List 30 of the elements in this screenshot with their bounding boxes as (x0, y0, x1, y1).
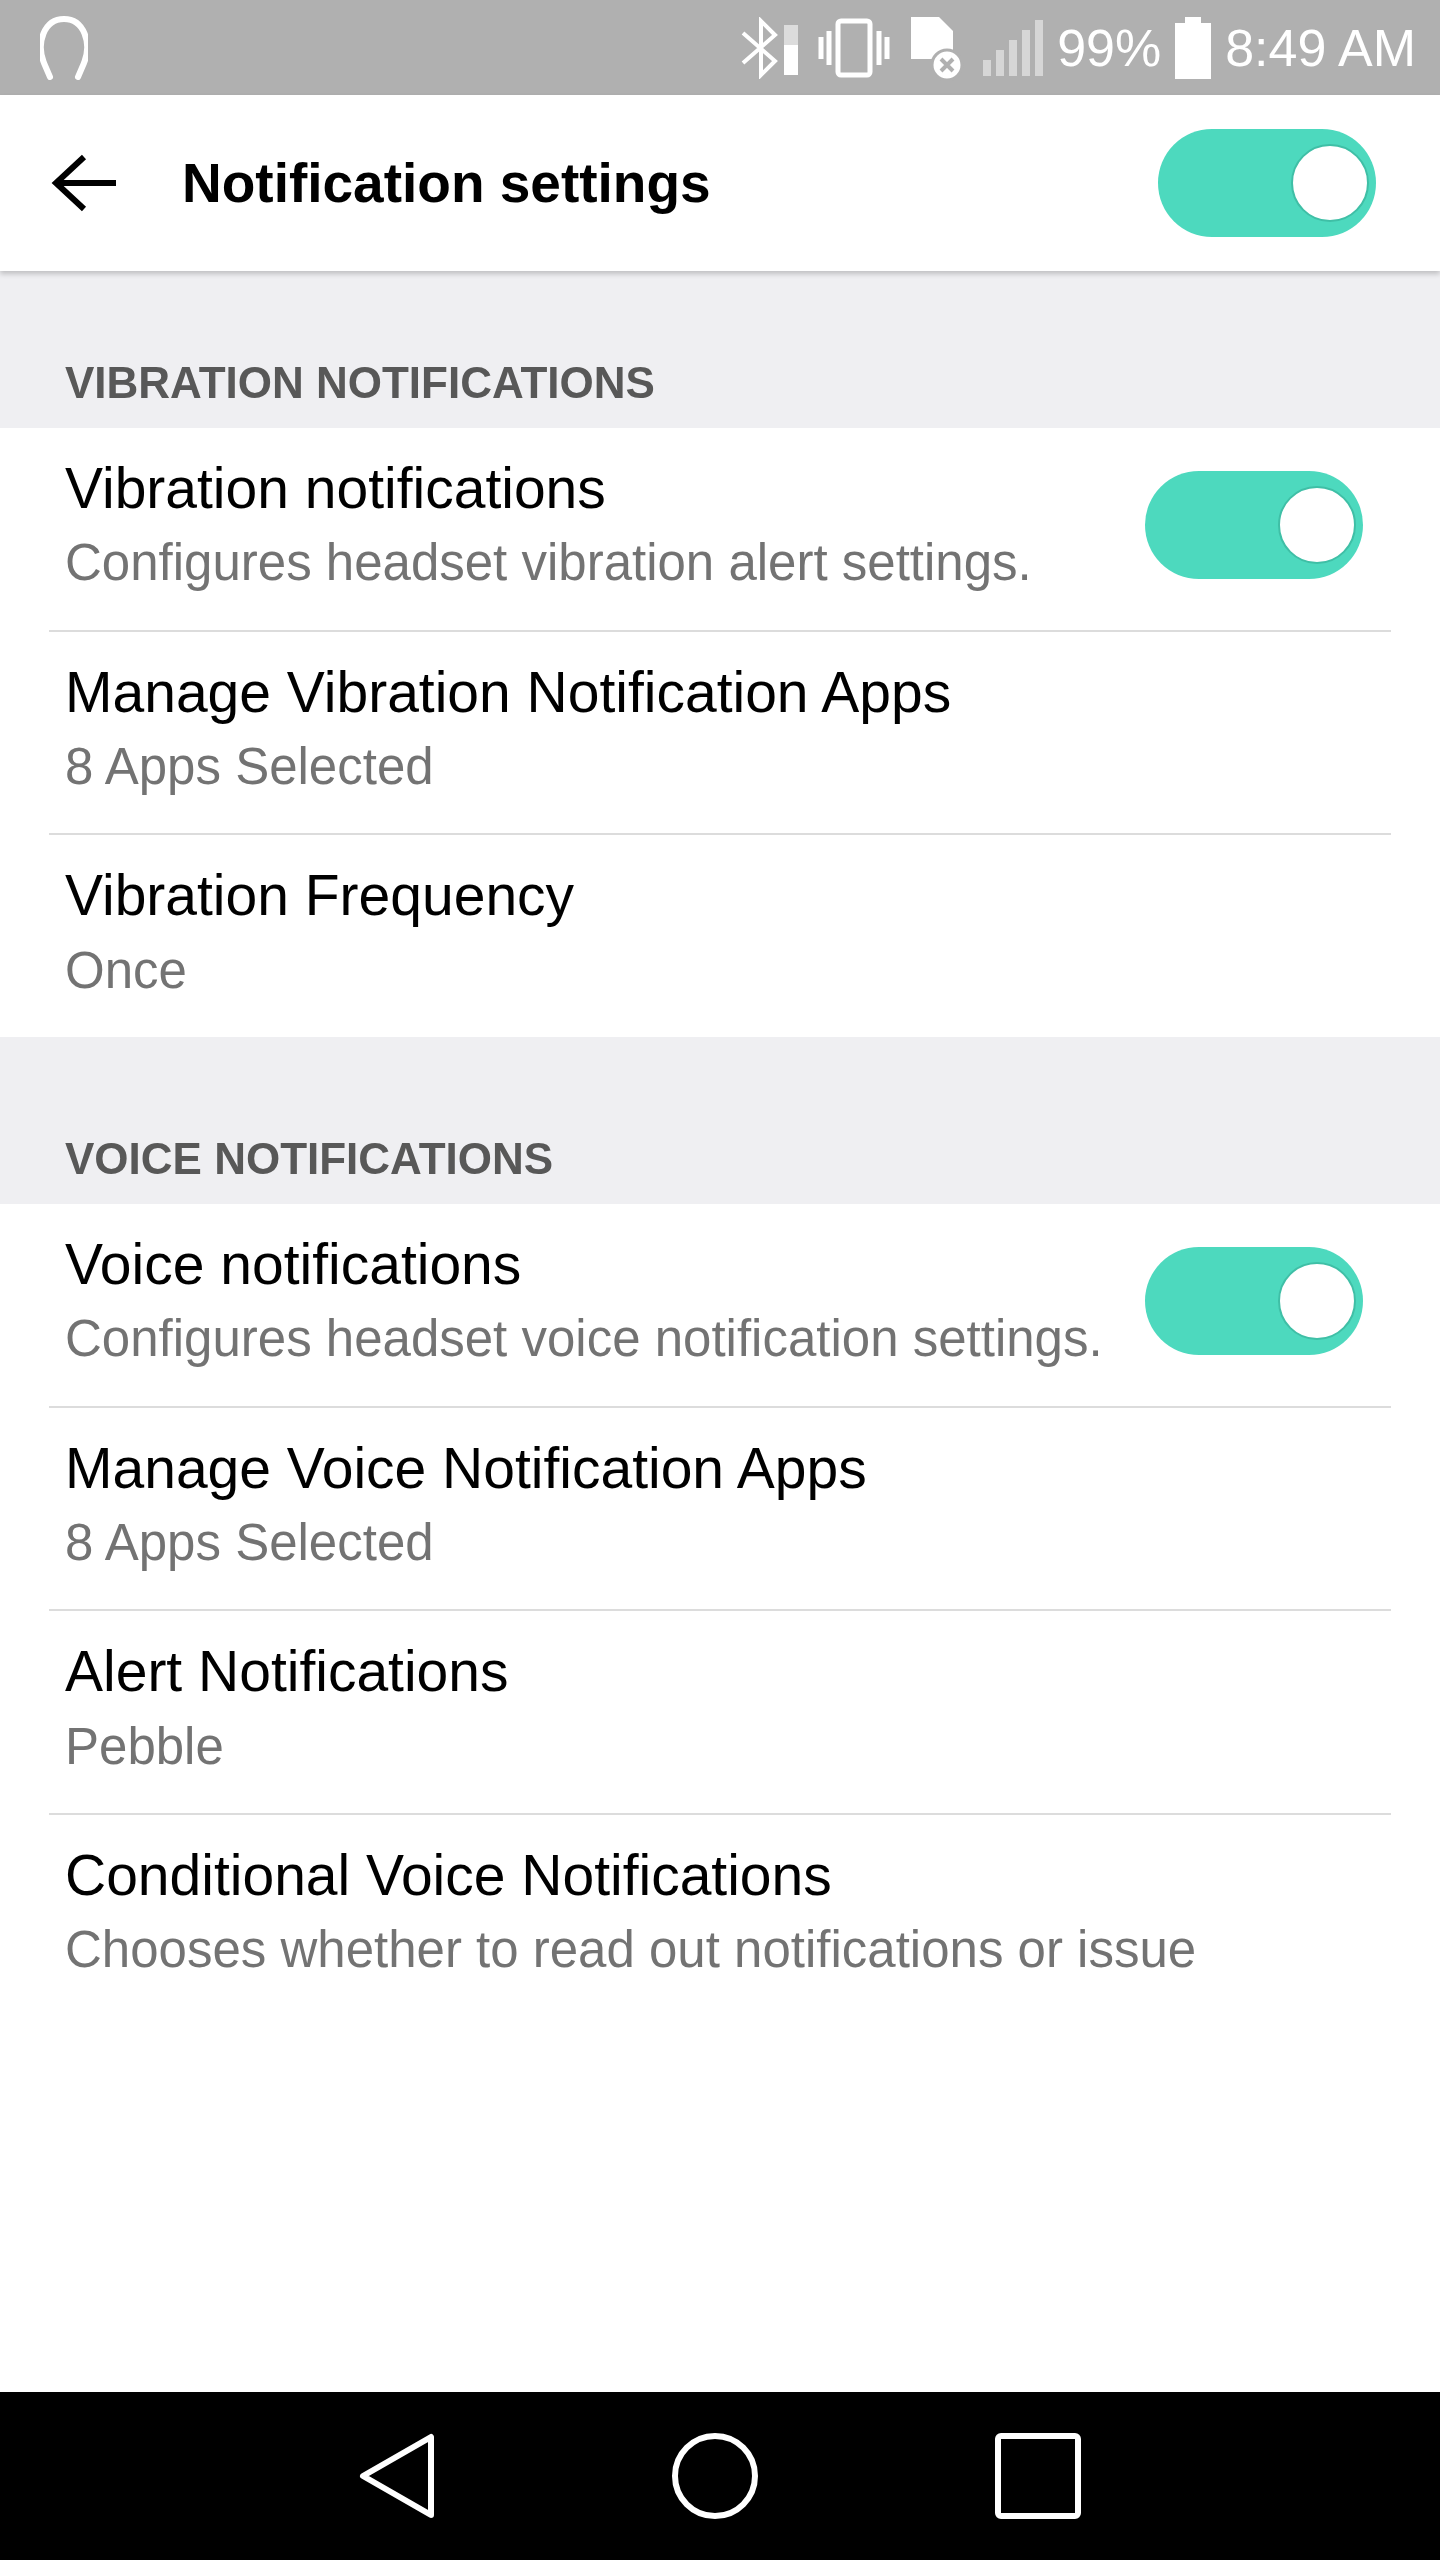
setting-row[interactable]: Alert Notifications Pebble (49, 1611, 1391, 1815)
signal-icon (983, 19, 1044, 76)
setting-title: Vibration Frequency (65, 862, 576, 930)
setting-subtitle: Pebble (65, 1716, 225, 1777)
setting-subtitle: Chooses whether to read out notifications or issue (65, 1920, 1198, 1981)
setting-title: Conditional Voice Notifications (65, 1841, 833, 1909)
battery-icon (1175, 16, 1212, 79)
section-header: VOICE NOTIFICATIONS (65, 1133, 554, 1184)
setting-title: Alert Notifications (65, 1638, 510, 1706)
setting-subtitle: 8 Apps Selected (65, 1513, 435, 1573)
setting-title: Voice notifications (65, 1230, 523, 1298)
home-nav-button[interactable] (670, 2431, 760, 2521)
setting-subtitle: 8 Apps Selected (65, 737, 435, 798)
setting-subtitle: Once (65, 940, 188, 1001)
setting-row[interactable]: Vibration Frequency Once (49, 835, 1391, 1037)
setting-row[interactable]: Vibration notifications Configures headset vibration alert settings. (49, 428, 1391, 632)
setting-subtitle: Configures headset voice notification settings. (65, 1309, 1104, 1370)
section-header: VIBRATION NOTIFICATIONS (65, 358, 655, 408)
page-title: Notification settings (182, 151, 712, 215)
recents-nav-button[interactable] (993, 2431, 1084, 2521)
setting-title: Manage Vibration Notification Apps (65, 658, 953, 726)
setting-row[interactable]: Conditional Voice Notifications Chooses whether to read out notifications or issue (49, 1814, 1391, 2017)
setting-row[interactable]: Manage Vibration Notification Apps 8 Apps Selected (49, 631, 1391, 836)
battery-percentage: 99% (1057, 17, 1162, 78)
setting-row[interactable]: Voice notifications Configures headset voice notification settings. (49, 1203, 1391, 1408)
setting-row[interactable]: Manage Voice Notification Apps 8 Apps Selected (49, 1407, 1391, 1612)
clock-time: 8:49 AM (1225, 17, 1416, 78)
setting-subtitle: Configures headset vibration alert settings. (65, 533, 1033, 594)
setting-title: Vibration notifications (65, 455, 607, 522)
setting-title: Manage Voice Notification Apps (65, 1434, 868, 1502)
